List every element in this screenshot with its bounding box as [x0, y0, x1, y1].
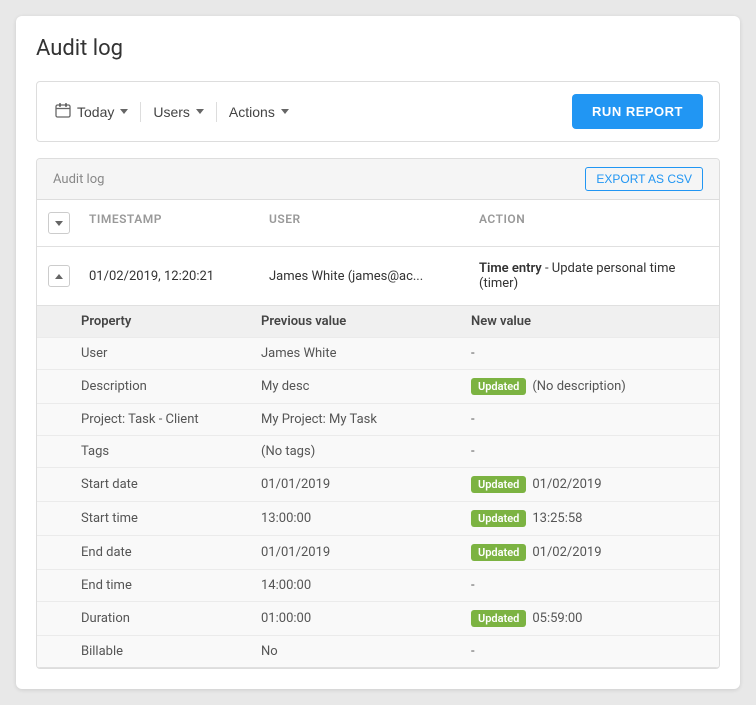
detail-new-value: - — [471, 644, 703, 659]
detail-col-previous: Previous value — [261, 314, 471, 329]
updated-badge: Updated — [471, 544, 526, 561]
new-value-text: 01/02/2019 — [532, 477, 601, 492]
users-filter-label: Users — [153, 104, 190, 120]
new-value-text: - — [471, 644, 475, 659]
new-value-text: - — [471, 346, 475, 361]
detail-property: Description — [81, 379, 261, 394]
log-row-timestamp: 01/02/2019, 12:20:21 — [81, 265, 261, 288]
col-header-action: ACTION — [471, 208, 719, 238]
detail-property: Start date — [81, 477, 261, 492]
col-header-user: USER — [261, 208, 471, 238]
detail-new-value: - — [471, 444, 703, 459]
detail-row: UserJames White- — [37, 337, 719, 369]
detail-row: End date01/01/2019Updated 01/02/2019 — [37, 535, 719, 569]
detail-row: BillableNo- — [37, 635, 719, 667]
detail-previous-value: 01:00:00 — [261, 611, 471, 626]
detail-new-value: - — [471, 346, 703, 361]
detail-previous-value: (No tags) — [261, 444, 471, 459]
section-label: Audit log — [53, 172, 104, 187]
expand-row-button[interactable] — [48, 265, 70, 287]
detail-property: Start time — [81, 511, 261, 526]
detail-row: End time14:00:00- — [37, 569, 719, 601]
calendar-icon — [55, 102, 71, 121]
chevron-up-icon — [55, 274, 63, 279]
actions-filter-label: Actions — [229, 104, 275, 120]
col-header-expand — [37, 208, 81, 238]
detail-property: Project: Task - Client — [81, 412, 261, 427]
detail-property: Duration — [81, 611, 261, 626]
detail-previous-value: My desc — [261, 379, 471, 394]
detail-previous-value: 01/01/2019 — [261, 545, 471, 560]
new-value-text: 05:59:00 — [532, 611, 582, 626]
detail-new-value: Updated (No description) — [471, 378, 703, 395]
detail-new-value: Updated 01/02/2019 — [471, 476, 703, 493]
detail-new-value: Updated 01/02/2019 — [471, 544, 703, 561]
page-title: Audit log — [36, 36, 720, 61]
filter-bar: Today Users Actions RUN REPORT — [36, 81, 720, 142]
audit-log-card: Audit log Today Users Actions RU — [16, 16, 740, 689]
detail-header-row: Property Previous value New value — [37, 306, 719, 337]
detail-property: Tags — [81, 444, 261, 459]
table-header-bar: Audit log EXPORT AS CSV — [37, 159, 719, 200]
updated-badge: Updated — [471, 510, 526, 527]
run-report-button[interactable]: RUN REPORT — [572, 94, 703, 129]
updated-badge: Updated — [471, 610, 526, 627]
updated-badge: Updated — [471, 378, 526, 395]
detail-previous-value: James White — [261, 346, 471, 361]
filter-divider-1 — [140, 102, 141, 122]
new-value-text: - — [471, 412, 475, 427]
actions-chevron-icon — [281, 109, 289, 114]
detail-rows: UserJames White-DescriptionMy descUpdate… — [37, 337, 719, 667]
export-csv-button[interactable]: EXPORT AS CSV — [585, 167, 703, 191]
detail-previous-value: My Project: My Task — [261, 412, 471, 427]
filter-divider-2 — [216, 102, 217, 122]
detail-row: Start time13:00:00Updated 13:25:58 — [37, 501, 719, 535]
updated-badge: Updated — [471, 476, 526, 493]
action-entry-label: Time entry — [479, 261, 542, 276]
detail-new-value: Updated 05:59:00 — [471, 610, 703, 627]
date-filter-label: Today — [77, 104, 114, 120]
chevron-down-icon — [55, 221, 63, 226]
detail-property: User — [81, 346, 261, 361]
detail-row: DescriptionMy descUpdated (No description… — [37, 369, 719, 403]
actions-filter-button[interactable]: Actions — [227, 100, 291, 124]
detail-row: Tags(No tags)- — [37, 435, 719, 467]
detail-previous-value: 13:00:00 — [261, 511, 471, 526]
detail-previous-value: 14:00:00 — [261, 578, 471, 593]
audit-log-table: Audit log EXPORT AS CSV TIMESTAMP USER A… — [36, 158, 720, 669]
date-chevron-icon — [120, 109, 128, 114]
detail-property: End date — [81, 545, 261, 560]
new-value-text: 01/02/2019 — [532, 545, 601, 560]
collapse-all-button[interactable] — [48, 212, 70, 234]
detail-property: Billable — [81, 644, 261, 659]
users-filter-button[interactable]: Users — [151, 100, 206, 124]
detail-previous-value: No — [261, 644, 471, 659]
detail-table: Property Previous value New value UserJa… — [37, 306, 719, 668]
new-value-text: - — [471, 444, 475, 459]
log-row: 01/02/2019, 12:20:21 James White (james@… — [37, 247, 719, 306]
detail-new-value: - — [471, 578, 703, 593]
new-value-text: 13:25:58 — [532, 511, 582, 526]
column-headers: TIMESTAMP USER ACTION — [37, 200, 719, 247]
col-header-timestamp: TIMESTAMP — [81, 208, 261, 238]
new-value-text: (No description) — [532, 379, 626, 394]
users-chevron-icon — [196, 109, 204, 114]
detail-property: End time — [81, 578, 261, 593]
detail-row: Project: Task - ClientMy Project: My Tas… — [37, 403, 719, 435]
new-value-text: - — [471, 578, 475, 593]
detail-col-property: Property — [81, 314, 261, 329]
detail-row: Start date01/01/2019Updated 01/02/2019 — [37, 467, 719, 501]
detail-new-value: - — [471, 412, 703, 427]
date-filter-button[interactable]: Today — [53, 98, 130, 125]
detail-previous-value: 01/01/2019 — [261, 477, 471, 492]
detail-row: Duration01:00:00Updated 05:59:00 — [37, 601, 719, 635]
log-row-expand-cell — [37, 261, 81, 291]
log-row-action: Time entry - Update personal time (timer… — [471, 257, 719, 295]
detail-new-value: Updated 13:25:58 — [471, 510, 703, 527]
detail-col-new: New value — [471, 314, 703, 329]
log-row-user: James White (james@ac... — [261, 265, 471, 288]
